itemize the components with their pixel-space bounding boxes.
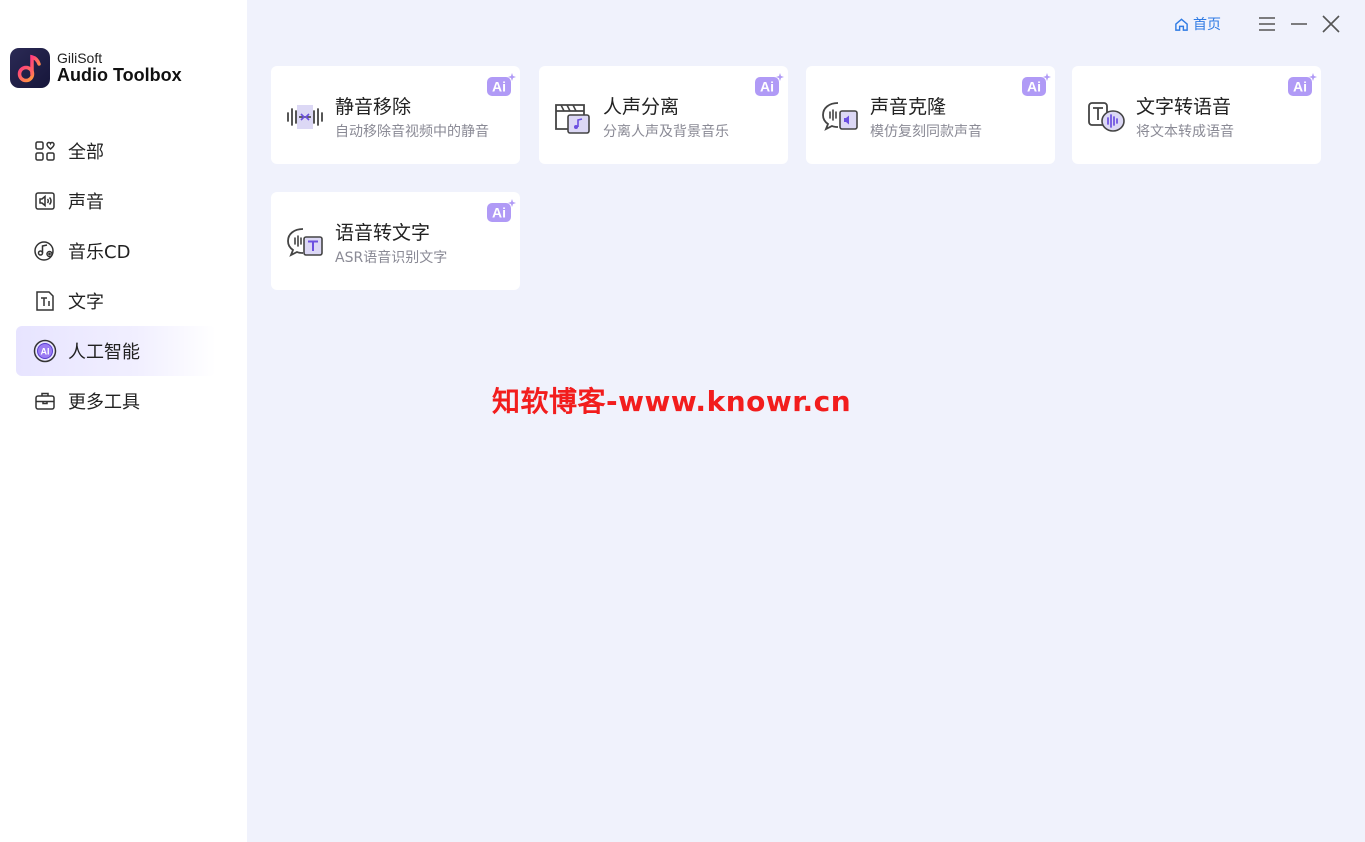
- ai-badge-text: Ai: [492, 205, 506, 221]
- sidebar-item-label: 音乐CD: [68, 242, 131, 263]
- ai-circle-icon: AI: [32, 338, 58, 364]
- card-title: 静音移除: [335, 96, 412, 118]
- card-speech-to-text[interactable]: 语音转文字 ASR语音识别文字 Ai: [271, 192, 520, 290]
- sidebar-item-label: 更多工具: [68, 392, 140, 413]
- card-title: 语音转文字: [335, 222, 431, 244]
- card-voice-clone[interactable]: 声音克隆 模仿复刻同款声音 Ai: [806, 66, 1055, 164]
- card-description: 模仿复刻同款声音: [870, 124, 982, 140]
- sidebar-item-label: 文字: [68, 292, 104, 313]
- brand: GiliSoft Audio Toolbox: [10, 48, 182, 88]
- card-description: 分离人声及背景音乐: [603, 124, 729, 140]
- brand-small-text: GiliSoft: [57, 50, 103, 67]
- clapper-music-icon: [553, 97, 593, 137]
- grid-icon: [32, 138, 58, 164]
- speech-to-text-icon: [285, 223, 325, 263]
- sidebar-item-music-cd[interactable]: 音乐CD: [16, 226, 216, 276]
- card-silence-removal[interactable]: 静音移除 自动移除音视频中的静音 Ai: [271, 66, 520, 164]
- minimize-button[interactable]: [1283, 10, 1315, 38]
- sidebar-item-sound[interactable]: 声音: [16, 176, 216, 226]
- title-bar: 首页: [1174, 10, 1347, 38]
- card-vocal-separation[interactable]: 人声分离 分离人声及背景音乐 Ai: [539, 66, 788, 164]
- sidebar-item-all[interactable]: 全部: [16, 126, 216, 176]
- sidebar-item-label: 人工智能: [68, 342, 140, 363]
- sidebar-nav: 全部 声音 音乐CD 文字 AI 人工智能 更多工具: [16, 126, 216, 426]
- card-description: 将文本转成语音: [1136, 124, 1234, 140]
- svg-text:AI: AI: [41, 347, 50, 357]
- ai-badge-text: Ai: [760, 79, 774, 95]
- home-icon: [1175, 17, 1188, 31]
- silence-wave-icon: [285, 97, 325, 137]
- ai-badge-text: Ai: [1027, 79, 1041, 95]
- text-file-icon: [32, 288, 58, 314]
- close-button[interactable]: [1315, 10, 1347, 38]
- watermark-text: 知软博客-www.knowr.cn: [492, 385, 852, 418]
- home-label: 首页: [1193, 17, 1221, 33]
- brand-name: Audio Toolbox: [57, 64, 182, 85]
- sidebar-item-ai[interactable]: AI 人工智能: [16, 326, 216, 376]
- ai-badge-text: Ai: [1293, 79, 1307, 95]
- close-icon: [1322, 15, 1340, 33]
- menu-button[interactable]: [1251, 10, 1283, 38]
- sidebar-item-more-tools[interactable]: 更多工具: [16, 376, 216, 426]
- sidebar-item-text[interactable]: 文字: [16, 276, 216, 326]
- ai-badge: Ai: [754, 72, 784, 98]
- hamburger-icon: [1259, 17, 1275, 31]
- card-title: 声音克隆: [870, 96, 947, 118]
- voice-clone-icon: [820, 97, 860, 137]
- minimize-icon: [1291, 23, 1307, 25]
- card-description: 自动移除音视频中的静音: [335, 124, 489, 140]
- app-logo-icon: [10, 48, 50, 88]
- card-description: ASR语音识别文字: [335, 250, 448, 266]
- ai-badge: Ai: [1287, 72, 1317, 98]
- sidebar: GiliSoft Audio Toolbox 全部 声音 音乐CD 文字 AI …: [0, 0, 247, 842]
- toolbox-icon: [32, 388, 58, 414]
- card-title: 文字转语音: [1136, 96, 1232, 118]
- music-cd-icon: [32, 238, 58, 264]
- ai-badge-text: Ai: [492, 79, 506, 95]
- sidebar-item-label: 声音: [68, 192, 104, 213]
- ai-badge: Ai: [486, 72, 516, 98]
- card-title: 人声分离: [603, 96, 680, 118]
- card-text-to-speech[interactable]: 文字转语音 将文本转成语音 Ai: [1072, 66, 1321, 164]
- speaker-file-icon: [32, 188, 58, 214]
- home-link[interactable]: 首页: [1174, 14, 1221, 34]
- text-to-speech-icon: [1086, 97, 1126, 137]
- ai-badge: Ai: [1021, 72, 1051, 98]
- sidebar-item-label: 全部: [68, 142, 104, 163]
- ai-badge: Ai: [486, 198, 516, 224]
